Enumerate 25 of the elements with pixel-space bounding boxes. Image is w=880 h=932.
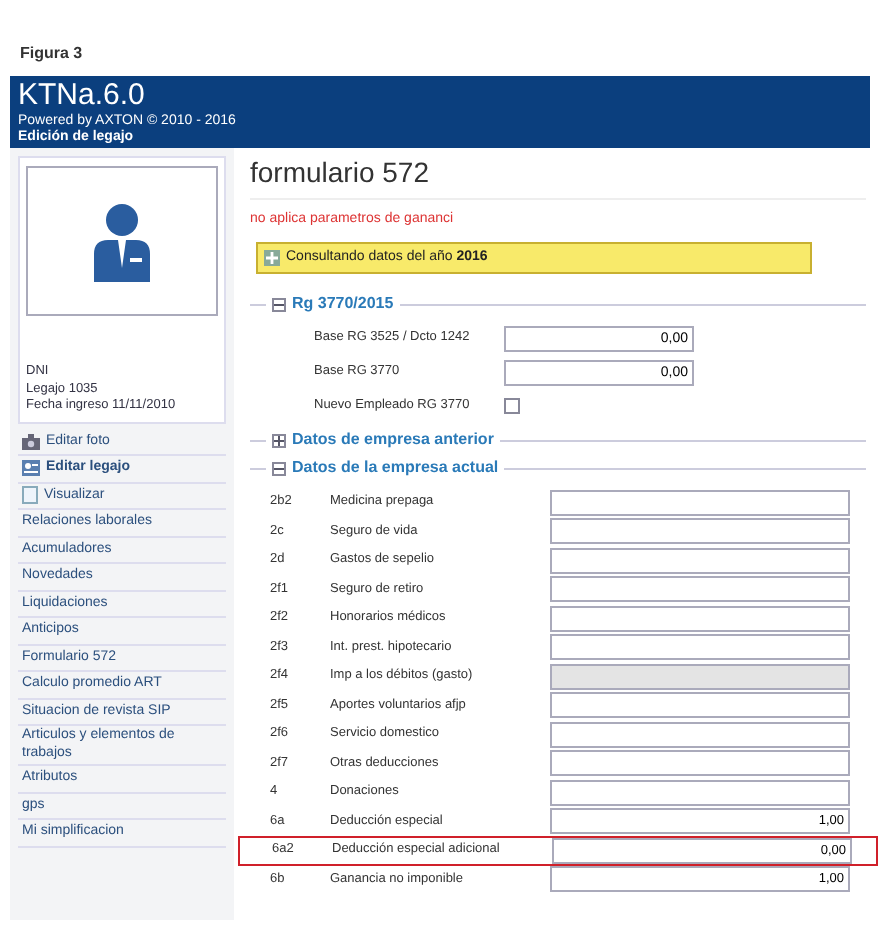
page-title: formulario 572 [250,152,866,200]
section-title: Rg 3770/2015 [292,292,394,316]
number-field[interactable] [550,750,850,777]
person-avatar-icon [92,201,152,281]
number-field[interactable] [550,547,850,574]
figure-caption: Figura 3 [20,44,83,62]
number-field[interactable] [550,692,850,719]
number-field[interactable] [550,605,850,632]
camera-icon [22,433,40,450]
expand-toggle-icon[interactable] [272,433,286,447]
collapse-toggle-icon[interactable] [272,461,286,475]
number-field[interactable] [550,634,850,661]
number-field[interactable] [550,779,850,806]
number-field[interactable] [550,576,850,603]
checkbox[interactable] [504,398,520,414]
number-field[interactable] [550,489,850,516]
plus-icon [264,250,280,266]
id-card-icon [22,460,40,477]
app-title: KTNa.6.0 [18,80,145,112]
section-title: Datos de empresa anterior [292,428,494,452]
number-field[interactable] [550,518,850,545]
section-title: Datos de la empresa actual [292,456,499,480]
document-icon [22,486,38,505]
collapse-toggle-icon[interactable] [272,297,286,311]
number-field[interactable] [550,721,850,748]
